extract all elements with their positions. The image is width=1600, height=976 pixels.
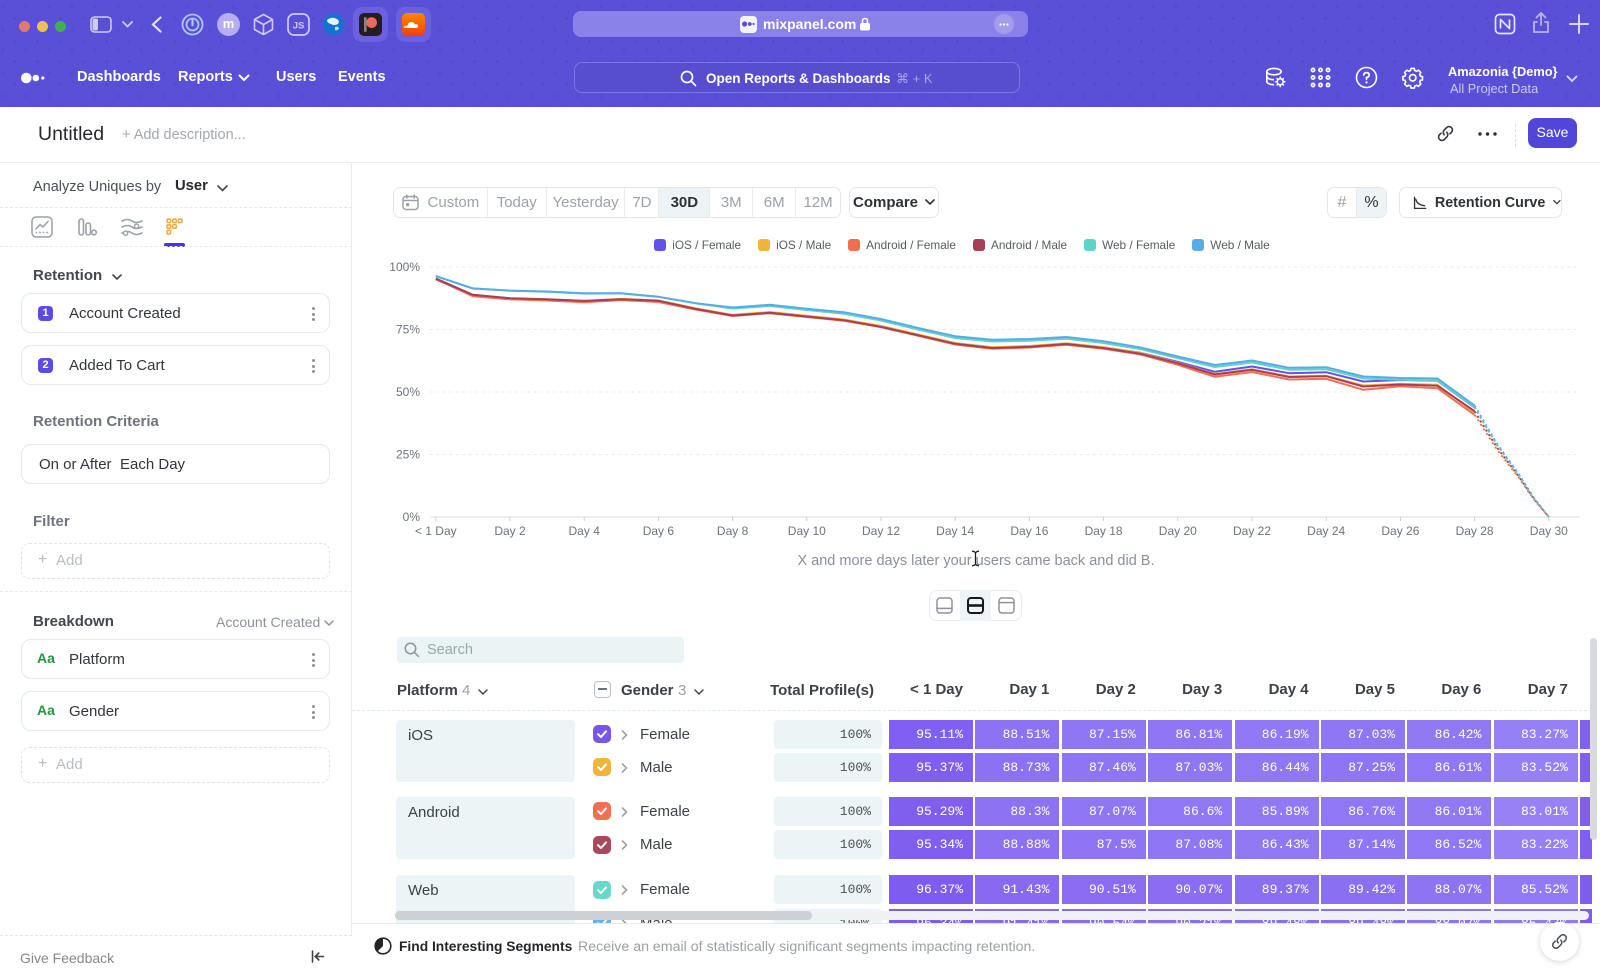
svg-text:< 1 Day: < 1 Day xyxy=(415,524,457,538)
svg-text:Day 4: Day 4 xyxy=(569,524,601,538)
svg-text:Day 8: Day 8 xyxy=(717,524,749,538)
svg-text:Day 26: Day 26 xyxy=(1381,524,1419,538)
svg-text:25%: 25% xyxy=(396,448,420,462)
svg-text:Day 18: Day 18 xyxy=(1085,524,1123,538)
svg-text:JS: JS xyxy=(293,21,305,32)
svg-text:100%: 100% xyxy=(389,260,420,274)
svg-text:Day 2: Day 2 xyxy=(494,524,526,538)
svg-text:Day 28: Day 28 xyxy=(1456,524,1494,538)
svg-text:Day 14: Day 14 xyxy=(936,524,974,538)
svg-text:Day 24: Day 24 xyxy=(1307,524,1345,538)
svg-text:75%: 75% xyxy=(396,323,420,337)
svg-text:Day 12: Day 12 xyxy=(862,524,900,538)
svg-text:0%: 0% xyxy=(403,510,421,524)
svg-text:Day 10: Day 10 xyxy=(788,524,826,538)
svg-text:Day 6: Day 6 xyxy=(643,524,675,538)
svg-text:Day 20: Day 20 xyxy=(1159,524,1197,538)
svg-text:Day 22: Day 22 xyxy=(1233,524,1271,538)
svg-text:Day 30: Day 30 xyxy=(1530,524,1568,538)
svg-text:50%: 50% xyxy=(396,385,420,399)
svg-text:Day 16: Day 16 xyxy=(1010,524,1048,538)
